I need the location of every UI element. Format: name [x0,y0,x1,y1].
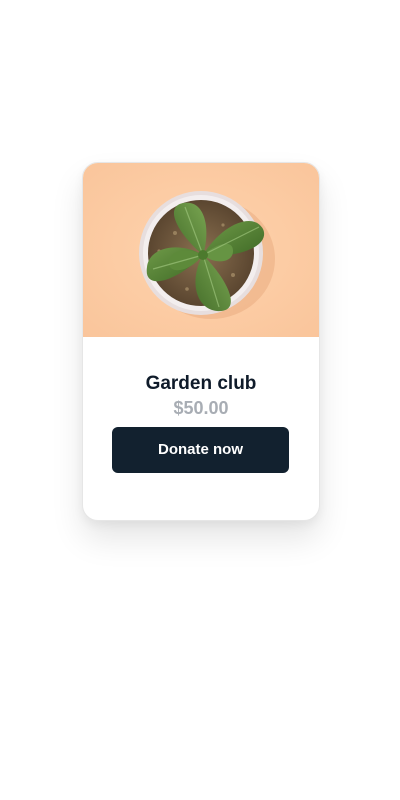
donation-card: Garden club $50.00 Donate now [82,162,320,521]
page: Garden club $50.00 Donate now [0,0,400,800]
plant-image [83,163,319,337]
donate-now-button[interactable]: Donate now [112,427,289,473]
card-price: $50.00 [173,398,229,418]
card-title: Garden club [145,373,257,394]
